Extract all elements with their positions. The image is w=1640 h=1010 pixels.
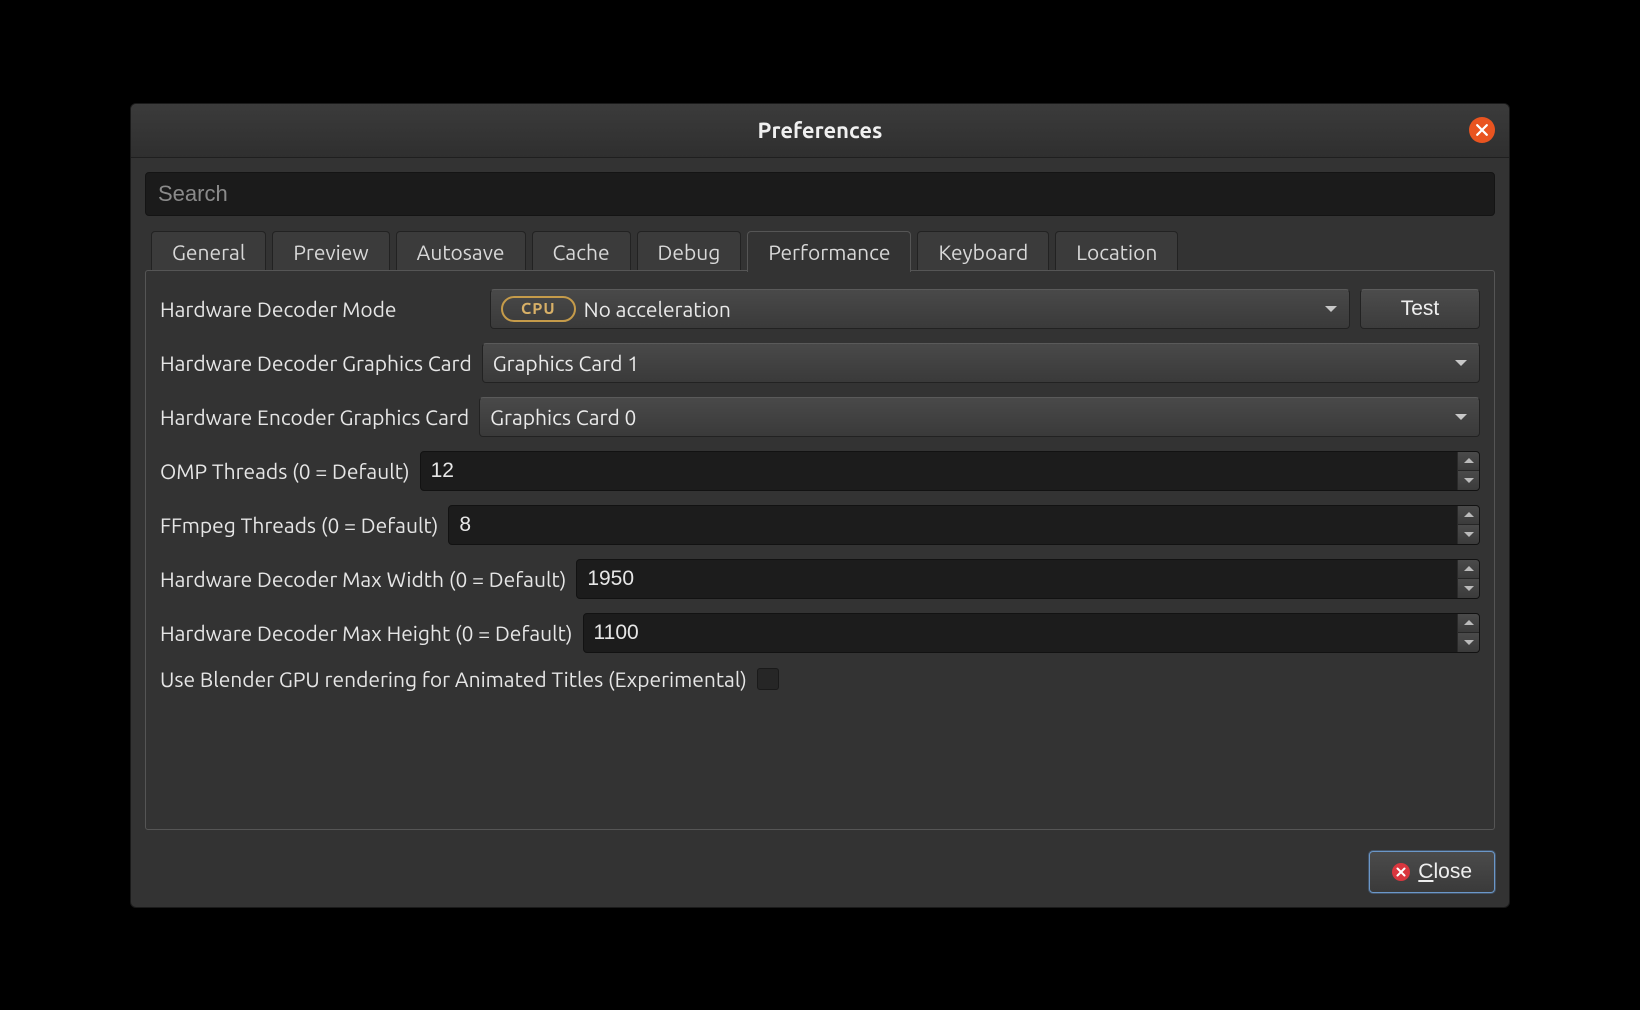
label-ffmpeg-threads: FFmpeg Threads (0 = Default) [160, 513, 438, 537]
chevron-up-icon [1464, 566, 1474, 571]
input-ffmpeg-threads[interactable] [449, 506, 1457, 544]
tab-cache[interactable]: Cache [532, 231, 631, 272]
spin-omp-threads[interactable] [420, 451, 1480, 491]
tab-body-performance: Hardware Decoder Mode CPU No acceleratio… [145, 270, 1495, 830]
spin-buttons [1457, 506, 1479, 544]
combo-hw-decoder-mode[interactable]: CPU No acceleration [490, 289, 1350, 329]
content-area: General Preview Autosave Cache Debug Per… [131, 158, 1509, 837]
tab-debug[interactable]: Debug [637, 231, 742, 272]
chevron-down-icon [1464, 532, 1474, 537]
label-hw-decoder-max-height: Hardware Decoder Max Height (0 = Default… [160, 621, 573, 645]
label-hw-decoder-card: Hardware Decoder Graphics Card [160, 351, 472, 375]
chevron-up-icon [1464, 512, 1474, 517]
checkbox-blender-gpu[interactable] [757, 668, 779, 690]
spin-buttons [1457, 452, 1479, 490]
label-hw-decoder-max-width: Hardware Decoder Max Width (0 = Default) [160, 567, 566, 591]
dialog-footer: Close [131, 837, 1509, 907]
tab-keyboard[interactable]: Keyboard [917, 231, 1049, 272]
label-blender-gpu: Use Blender GPU rendering for Animated T… [160, 667, 747, 691]
close-button[interactable]: Close [1369, 851, 1495, 893]
tab-performance[interactable]: Performance [747, 231, 911, 272]
test-button[interactable]: Test [1360, 289, 1480, 329]
window-close-button[interactable] [1469, 117, 1495, 143]
combo-hw-decoder-card-value: Graphics Card 1 [493, 351, 639, 375]
search-input[interactable] [145, 172, 1495, 216]
combo-hw-encoder-card-value: Graphics Card 0 [490, 405, 636, 429]
close-circle-icon [1392, 863, 1410, 881]
tab-autosave[interactable]: Autosave [396, 231, 526, 272]
label-hw-encoder-card: Hardware Encoder Graphics Card [160, 405, 469, 429]
spin-down-button[interactable] [1458, 471, 1479, 490]
spin-hw-decoder-max-width[interactable] [576, 559, 1480, 599]
spin-buttons [1457, 560, 1479, 598]
row-omp-threads: OMP Threads (0 = Default) [160, 451, 1480, 491]
chevron-down-icon [1464, 478, 1474, 483]
label-omp-threads: OMP Threads (0 = Default) [160, 459, 410, 483]
titlebar: Preferences [131, 104, 1509, 158]
row-hw-decoder-max-width: Hardware Decoder Max Width (0 = Default) [160, 559, 1480, 599]
chevron-down-icon [1464, 640, 1474, 645]
window-title: Preferences [758, 118, 883, 143]
combo-hw-encoder-card[interactable]: Graphics Card 0 [479, 397, 1480, 437]
row-ffmpeg-threads: FFmpeg Threads (0 = Default) [160, 505, 1480, 545]
combo-hw-decoder-card[interactable]: Graphics Card 1 [482, 343, 1480, 383]
spin-up-button[interactable] [1458, 614, 1479, 634]
input-hw-decoder-max-width[interactable] [577, 560, 1457, 598]
spin-up-button[interactable] [1458, 452, 1479, 472]
chevron-down-icon [1455, 360, 1467, 366]
chevron-down-icon [1325, 306, 1337, 312]
spin-down-button[interactable] [1458, 525, 1479, 544]
tab-preview[interactable]: Preview [272, 231, 389, 272]
input-omp-threads[interactable] [421, 452, 1457, 490]
row-hw-decoder-card: Hardware Decoder Graphics Card Graphics … [160, 343, 1480, 383]
label-hw-decoder-mode: Hardware Decoder Mode [160, 297, 480, 321]
row-hw-encoder-card: Hardware Encoder Graphics Card Graphics … [160, 397, 1480, 437]
close-icon [1476, 124, 1488, 136]
spin-ffmpeg-threads[interactable] [448, 505, 1480, 545]
spin-up-button[interactable] [1458, 560, 1479, 580]
chevron-up-icon [1464, 620, 1474, 625]
preferences-window: Preferences General Preview Autosave Cac… [130, 103, 1510, 908]
spin-up-button[interactable] [1458, 506, 1479, 526]
row-hw-decoder-max-height: Hardware Decoder Max Height (0 = Default… [160, 613, 1480, 653]
tabs: General Preview Autosave Cache Debug Per… [145, 230, 1495, 271]
chevron-down-icon [1464, 586, 1474, 591]
tab-location[interactable]: Location [1055, 231, 1178, 272]
spin-down-button[interactable] [1458, 579, 1479, 598]
cpu-badge: CPU [501, 296, 576, 322]
spin-hw-decoder-max-height[interactable] [583, 613, 1480, 653]
chevron-up-icon [1464, 458, 1474, 463]
combo-hw-decoder-mode-value: No acceleration [584, 297, 731, 321]
tab-general[interactable]: General [151, 231, 266, 272]
row-blender-gpu: Use Blender GPU rendering for Animated T… [160, 667, 1480, 691]
spin-buttons [1457, 614, 1479, 652]
input-hw-decoder-max-height[interactable] [584, 614, 1457, 652]
chevron-down-icon [1455, 414, 1467, 420]
row-hw-decoder-mode: Hardware Decoder Mode CPU No acceleratio… [160, 289, 1480, 329]
close-button-label: Close [1418, 860, 1472, 884]
spin-down-button[interactable] [1458, 633, 1479, 652]
